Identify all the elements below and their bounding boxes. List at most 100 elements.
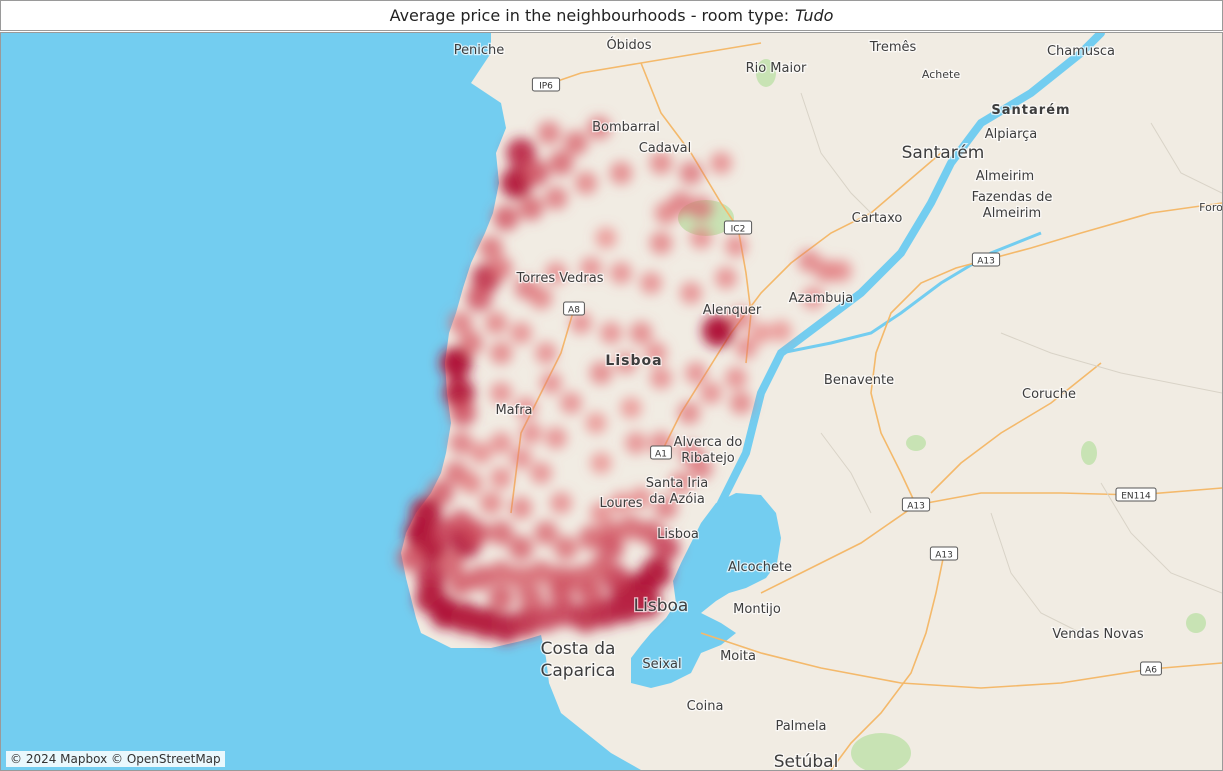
place-label: Azambuja [789,291,853,306]
heat-point [489,381,513,405]
place-label: Alenquer [703,303,762,318]
place-label: Chamusca [1047,44,1115,59]
place-label: Torres Vedras [516,271,604,286]
place-label: Alverca do [674,435,743,450]
place-label: Caparica [541,661,616,681]
heat-point [547,579,575,607]
heat-point [677,401,701,425]
road-shield: A13 [929,546,959,561]
heat-point [484,311,508,335]
heat-point [469,441,493,465]
heat-point [729,391,753,415]
heat-point [493,205,519,231]
road-shield: A13 [971,252,1001,267]
place-label: Santa Iria [646,476,708,491]
chart-title: Average price in the neighbourhoods - ro… [389,6,790,25]
heat-point [624,431,648,455]
heat-point [709,151,733,175]
heat-point [553,535,579,561]
heat-point [649,231,673,255]
heat-point [462,519,490,547]
map-view[interactable]: IP6 IC2 A13 A8 A1 A13 EN114 A13 A6 Peniche Óbidos… [0,32,1223,771]
road-shield: IP6 [531,77,561,92]
road-shield-label: A13 [907,502,925,512]
road-shield: A8 [563,301,585,316]
heat-point [397,544,425,572]
map-canvas[interactable]: IP6 IC2 A13 A8 A1 A13 EN114 A13 A6 Peniche Óbidos… [1,33,1222,770]
place-label: Peniche [454,43,505,58]
road-shield-label: A1 [655,450,667,460]
heat-point [508,535,534,561]
road-shield-label: IC2 [731,225,746,235]
heat-point [519,421,543,445]
place-label: Bombarral [592,120,660,135]
heat-point [734,336,758,360]
place-label: Coina [687,699,724,714]
heat-point [449,431,473,455]
place-label: Alcochete [728,560,792,575]
heat-point [518,195,544,221]
heat-point [534,341,558,365]
map-attribution[interactable]: © 2024 Mapbox © OpenStreetMap [6,751,225,767]
heat-point [597,534,625,562]
park [906,435,926,451]
heat-point [488,520,514,546]
road-shield-label: A6 [1145,666,1157,676]
heat-point [574,171,598,195]
place-label: Montijo [733,602,781,617]
road-shield: A6 [1140,661,1162,676]
place-label: Foro [1199,201,1222,214]
place-label: Benavente [824,373,894,388]
heat-point [539,371,563,395]
heat-point [559,391,583,415]
heat-point [585,412,607,434]
heat-point [689,196,713,220]
place-label: Setúbal [774,752,839,770]
place-label: Óbidos [606,37,651,53]
place-label: Vendas Novas [1052,627,1144,642]
heat-point [699,381,723,405]
heat-point [714,266,738,290]
place-label: Tremês [869,40,917,55]
heat-point [489,431,513,455]
heat-point [684,361,708,385]
heat-point [590,452,612,474]
park [1186,613,1206,633]
place-label: Ribatejo [681,451,735,466]
place-label: Achete [922,68,960,81]
heat-point [509,446,533,470]
place-label: Lisboa [634,596,689,616]
heat-point [689,226,713,250]
heat-point [544,186,568,210]
place-label: Palmela [775,719,826,734]
heat-point [459,471,483,495]
place-label: Fazendas de [972,190,1053,205]
heat-point [518,585,544,611]
place-label: da Azóia [649,492,705,507]
heat-point [620,397,642,419]
heat-point [449,399,477,427]
place-label: Rio Maior [746,61,807,76]
room-type-filter-value[interactable]: Tudo [795,6,833,25]
road-shield-label: A8 [568,306,580,316]
place-label: Moita [720,649,756,664]
road-shield: IC2 [723,220,753,235]
heat-point [522,159,550,187]
heat-point [533,520,559,546]
heat-point [489,466,513,490]
heat-point [488,585,514,611]
heat-point [724,366,748,390]
place-label: Cadaval [639,141,692,156]
heat-point [563,130,589,156]
place-label: Coruche [1022,387,1076,402]
heat-point [537,121,561,145]
place-label: Lisboa [657,527,699,542]
heat-point [458,330,484,356]
place-label: Almeirim [983,206,1041,221]
place-label: Loures [599,496,642,511]
road-shield: EN114 [1115,487,1157,502]
road-shield: A1 [650,445,672,460]
chart-title-bar: Average price in the neighbourhoods - ro… [0,0,1223,31]
road-shield-label: IP6 [539,82,553,92]
heat-point [509,496,533,520]
